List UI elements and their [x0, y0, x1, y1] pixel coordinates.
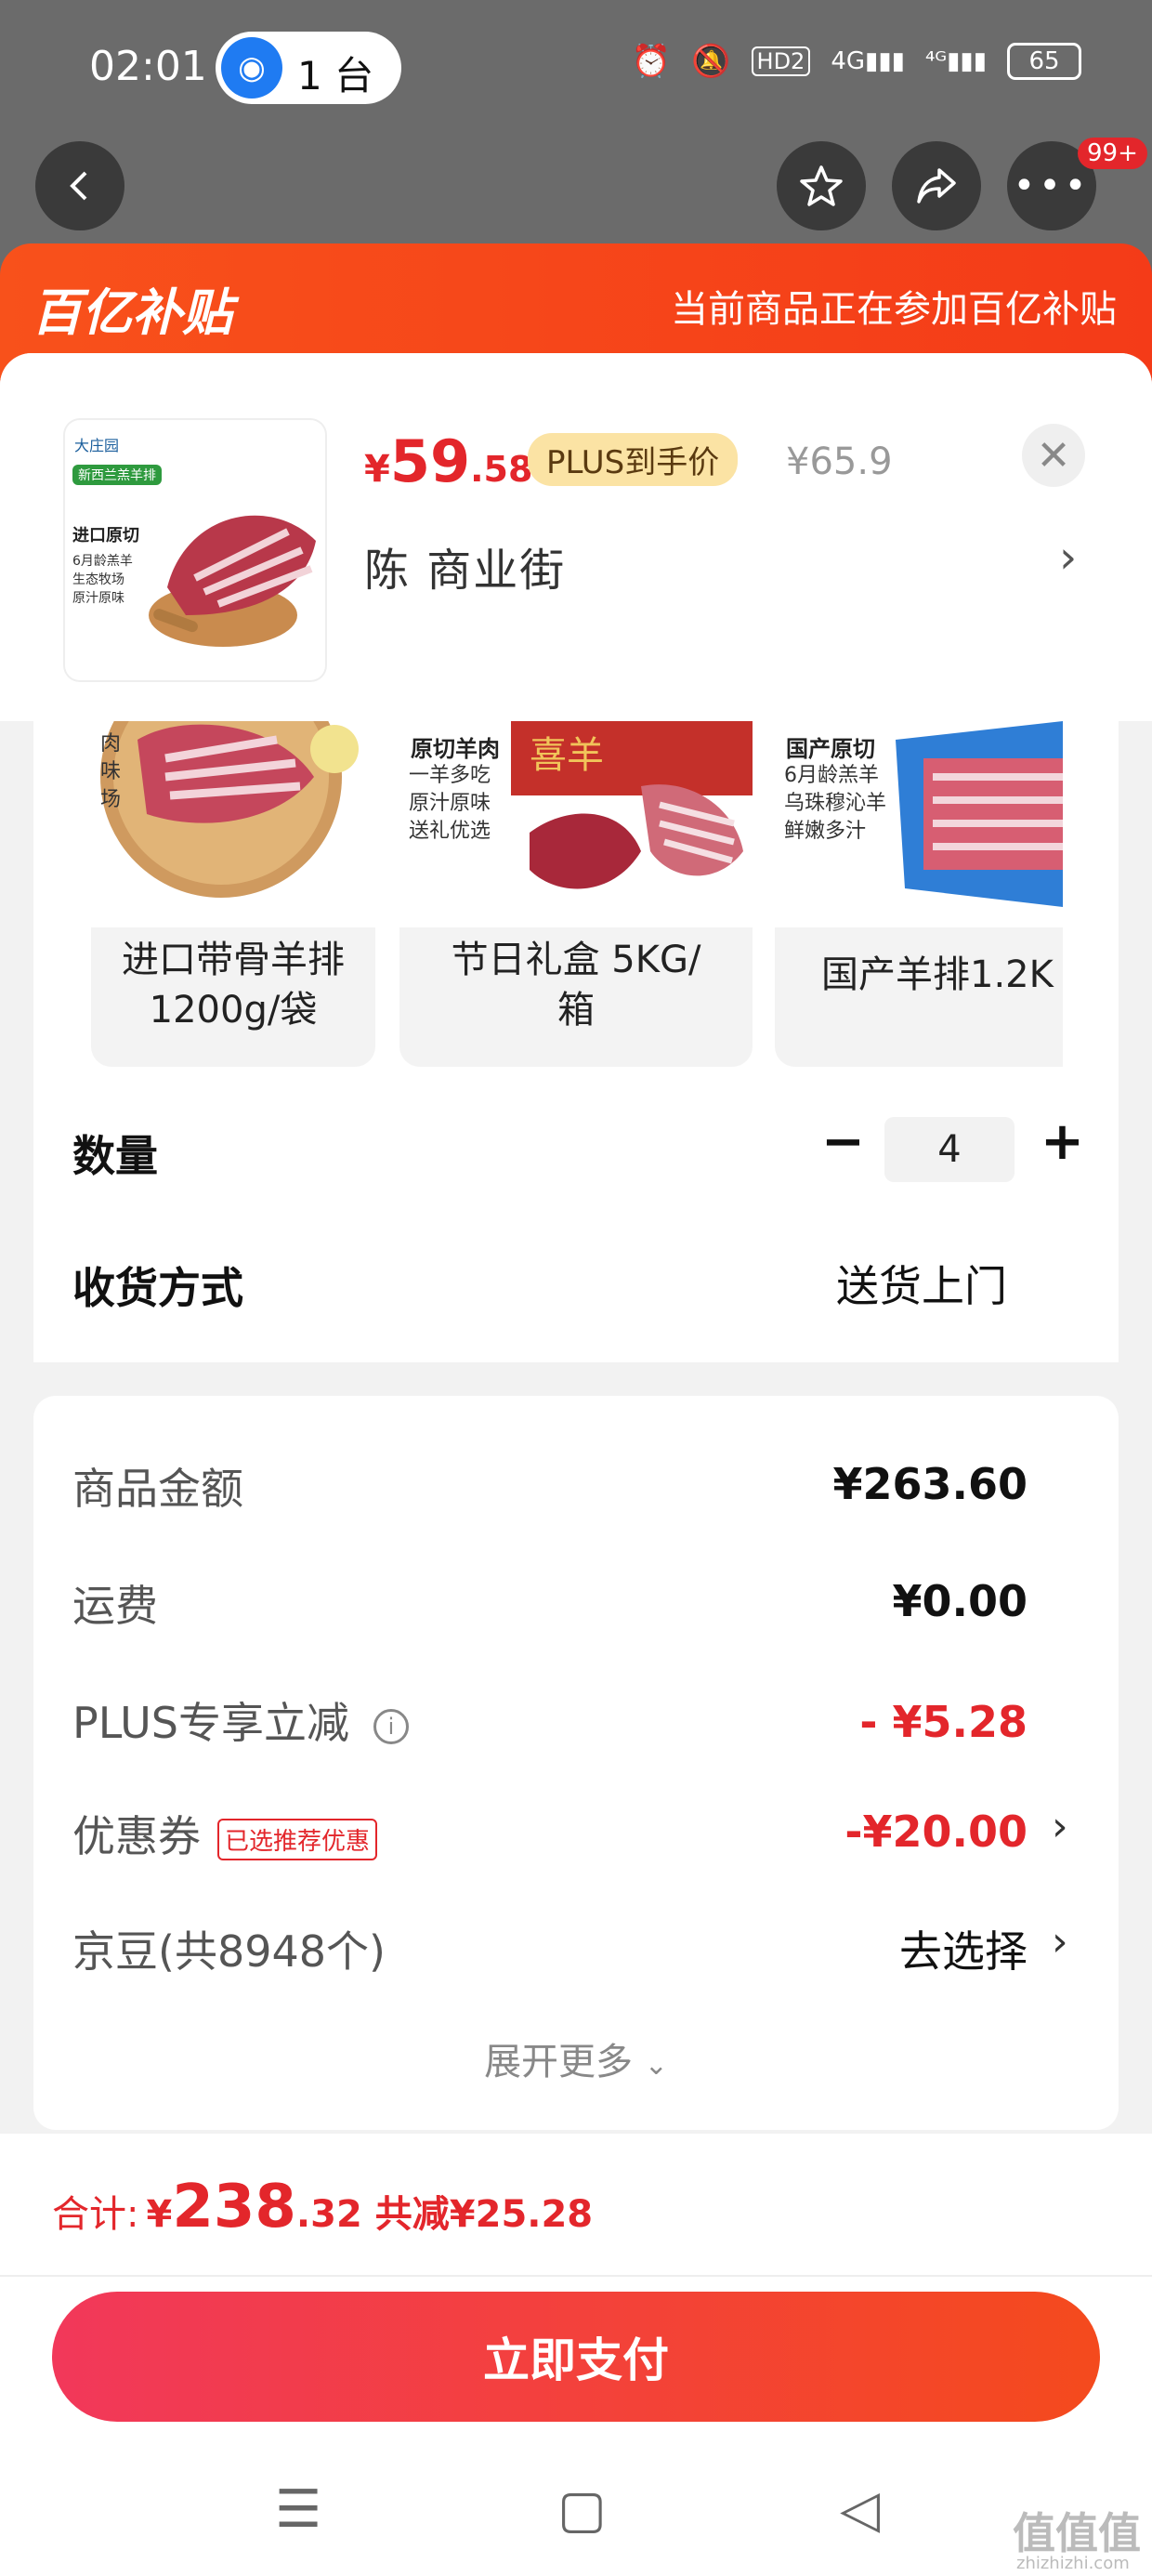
chevron-right-icon[interactable]: › [1052, 1803, 1068, 1850]
shipping-label: 收货方式 [72, 1263, 243, 1313]
card-bottom-edge [33, 1338, 1119, 1362]
price-display: ¥ 59 .58 [364, 427, 532, 495]
home-icon[interactable]: ▢ [557, 2479, 607, 2540]
plus-discount-row: PLUS专享立减 i [72, 1689, 409, 1751]
coupon-row[interactable]: 优惠券 已选推荐优惠 [72, 1803, 378, 1864]
subsidy-logo: 百亿补贴 [32, 283, 232, 342]
variant-option[interactable]: 原切羊肉 一羊多吃 原汁原味 送礼优选 喜羊 节日礼盒 5KG/ 箱 [399, 721, 753, 1067]
watermark-logo: 值值值 [1013, 2508, 1141, 2558]
share-icon [917, 168, 956, 204]
signal-icon-2: ⁴ᴳ▮▮▮ [924, 47, 987, 75]
quantity-label: 数量 [72, 1131, 158, 1181]
variant-image: 原切羊肉 一羊多吃 原汁原味 送礼优选 喜羊 [399, 721, 753, 927]
status-clock: 02:01 [89, 43, 207, 90]
cast-count: 1 台 [297, 53, 374, 99]
info-icon[interactable]: i [373, 1708, 409, 1744]
quantity-input[interactable]: 4 [884, 1117, 1015, 1182]
goods-amount-value: ¥263.60 [832, 1459, 1028, 1509]
total-label: 合计: [52, 2193, 139, 2236]
chevron-down-icon: ⌄ [644, 2049, 668, 2082]
total-decimal: .32 [295, 2193, 362, 2236]
chevron-left-icon [70, 171, 87, 201]
variant-title: 国产原切 [786, 736, 875, 762]
pay-now-button[interactable]: 立即支付 [52, 2292, 1100, 2422]
plus-discount-label: PLUS专享立减 [72, 1698, 349, 1748]
freight-value: ¥0.00 [892, 1576, 1028, 1626]
variant-title: 原切羊肉 [411, 736, 500, 762]
share-button[interactable] [892, 141, 981, 230]
quantity-increase-button[interactable]: + [1041, 1111, 1084, 1172]
delivery-address[interactable]: 陈 商业街 [364, 533, 566, 598]
screen-cast-pill[interactable]: ◉ 1 台 [216, 32, 401, 104]
variant-image: 肉 味 场 [91, 721, 375, 927]
chevron-right-icon[interactable]: › [1059, 532, 1077, 584]
menu-icon[interactable]: ☰ [275, 2479, 321, 2540]
status-icons: ⏰ 🔕 HD2 4G▮▮▮ ⁴ᴳ▮▮▮ 65 [632, 43, 1081, 80]
variant-image: 国产原切 6月龄羔羊 乌珠穆沁羊 鲜嫩多汁 [775, 721, 1063, 927]
product-thumbnail[interactable]: 大庄园 新西兰羔羊排 进口原切 6月龄羔羊 生态牧场 原汁原味 [65, 420, 325, 680]
divider [0, 2275, 1152, 2277]
coupon-label: 优惠券 [72, 1811, 201, 1861]
variant-features: 6月龄羔羊 乌珠穆沁羊 鲜嫩多汁 [784, 764, 887, 843]
total-currency: ¥ [146, 2193, 173, 2236]
subsidy-banner-text: 当前商品正在参加百亿补贴 [671, 288, 1117, 331]
goods-amount-label: 商品金额 [72, 1464, 243, 1514]
coupon-value[interactable]: -¥20.00 [844, 1807, 1028, 1857]
lamb-ribs-image [100, 721, 359, 898]
total-saved: 共减¥25.28 [374, 2193, 594, 2236]
chevron-right-icon[interactable]: › [1052, 1918, 1068, 1965]
price-currency: ¥ [364, 448, 390, 491]
total-price: 合计: ¥ 238 .32 共减¥25.28 [52, 2173, 593, 2241]
variant-label: 国产羊排1.2K [821, 953, 1054, 996]
expand-more-label: 展开更多 [484, 2041, 634, 2083]
thumb-title: 进口原切 [72, 526, 139, 545]
variant-label: 节日礼盒 5KG/ 箱 [451, 939, 701, 1032]
plus-discount-value: - ¥5.28 [859, 1697, 1028, 1747]
cast-icon: ◉ [221, 37, 282, 99]
star-icon [800, 165, 843, 206]
jd-beans-label: 京豆(共8948个) [72, 1926, 386, 1977]
shipping-method-value[interactable]: 送货上门 [836, 1253, 1007, 1314]
total-main: 238 [172, 2173, 296, 2241]
signal-icon-1: 4G▮▮▮ [831, 47, 905, 75]
packaged-lamb-image [896, 721, 1063, 907]
variant-label: 进口带骨羊排 1200g/袋 [122, 939, 345, 1032]
variant-features: 一羊多吃 原汁原味 送礼优选 [409, 764, 491, 843]
expand-more-button[interactable]: 展开更多 ⌄ [0, 2031, 1152, 2085]
gift-box-image: 喜羊 [511, 721, 753, 889]
more-dots-icon: ••• [1013, 164, 1091, 207]
alarm-icon: ⏰ [631, 43, 672, 80]
close-icon: ✕ [1036, 431, 1071, 480]
mute-icon: 🔕 [691, 43, 731, 80]
original-price: ¥65.9 [786, 440, 893, 483]
plus-price-tag: PLUS到手价 [528, 433, 739, 486]
back-button[interactable] [35, 141, 124, 230]
variant-option[interactable]: 国产原切 6月龄羔羊 乌珠穆沁羊 鲜嫩多汁 国产羊排1.2K [775, 721, 1063, 1067]
lamb-rack-image [149, 515, 316, 647]
variant-option[interactable]: 肉 味 场 进口带骨羊排 1200g/袋 [91, 721, 375, 1067]
svg-text:喜羊: 喜羊 [530, 734, 604, 777]
close-button[interactable]: ✕ [1022, 424, 1085, 487]
price-decimal: .58 [470, 449, 533, 490]
message-badge: 99+ [1078, 138, 1147, 169]
thumb-features: 6月龄羔羊 生态牧场 原汁原味 [72, 554, 133, 606]
thumb-brand: 大庄园 [74, 437, 120, 454]
variant-features: 肉 味 场 [100, 732, 122, 811]
freight-label: 运费 [72, 1581, 158, 1631]
price-main: 59 [389, 427, 471, 495]
battery-icon: 65 [1007, 43, 1081, 80]
jd-beans-select[interactable]: 去选择 [899, 1918, 1028, 1979]
coupon-tag: 已选推荐优惠 [217, 1819, 378, 1860]
watermark-url: zhizhizhi.com [1016, 2554, 1130, 2573]
favorite-button[interactable] [777, 141, 866, 230]
quantity-decrease-button[interactable]: − [821, 1111, 865, 1172]
hd-icon: HD2 [751, 46, 811, 76]
status-bar: 02:01 ◉ 1 台 ⏰ 🔕 HD2 4G▮▮▮ ⁴ᴳ▮▮▮ 65 [0, 0, 1152, 138]
back-triangle-icon[interactable]: ◁ [840, 2479, 880, 2540]
